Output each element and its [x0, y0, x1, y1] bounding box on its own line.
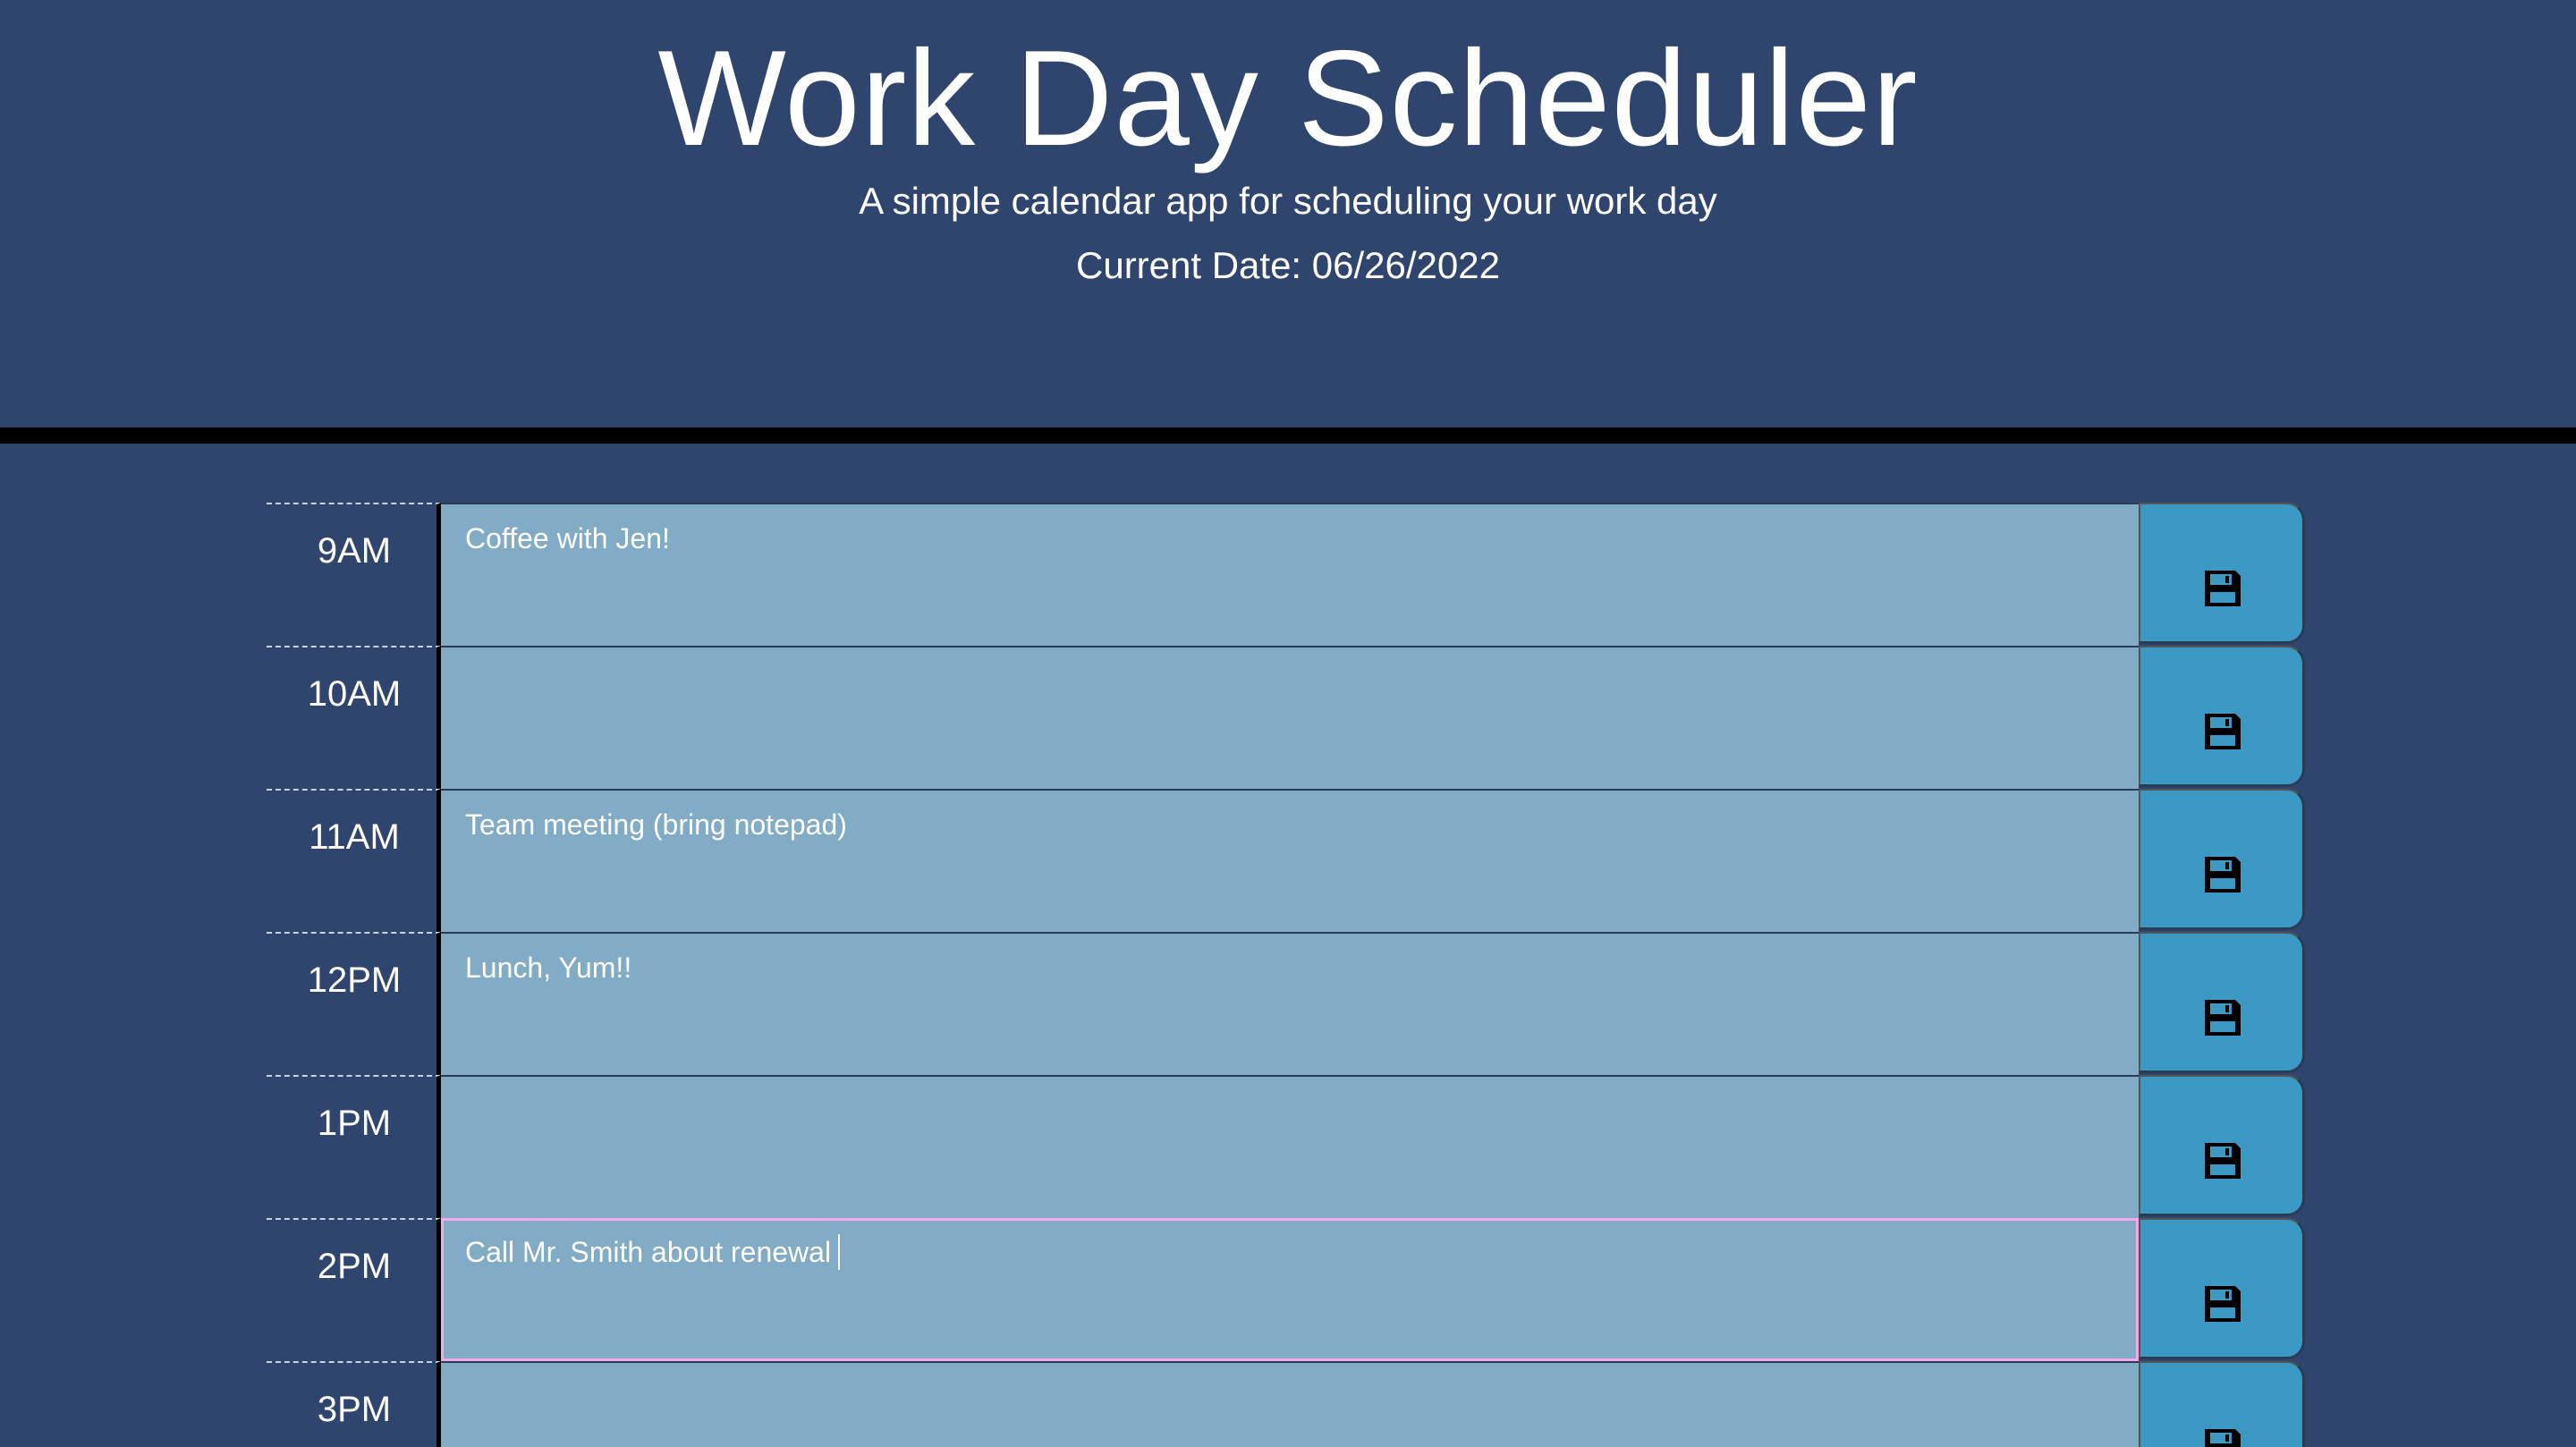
description-textarea[interactable] — [441, 646, 2139, 789]
time-block-11am: 11AM Team meeting (bring notepad) — [267, 789, 2308, 932]
header-divider — [0, 427, 2576, 444]
description-textarea[interactable]: Lunch, Yum!! — [441, 932, 2139, 1075]
time-block-3pm: 3PM — [267, 1361, 2308, 1447]
save-button[interactable] — [2139, 932, 2305, 1073]
floppy-disk-icon — [2205, 1429, 2241, 1447]
text-cursor — [838, 1233, 841, 1270]
hour-label: 12PM — [267, 932, 441, 1075]
time-block-9am: 9AM Coffee with Jen! — [267, 503, 2308, 646]
scheduler-page: Work Day Scheduler A simple calendar app… — [0, 0, 2576, 1447]
save-button[interactable] — [2139, 1361, 2305, 1447]
description-textarea[interactable] — [441, 1075, 2139, 1218]
time-block-12pm: 12PM Lunch, Yum!! — [267, 932, 2308, 1075]
hour-label: 10AM — [267, 646, 441, 789]
description-text: Call Mr. Smith about renewal — [465, 1236, 832, 1268]
save-button[interactable] — [2139, 1075, 2305, 1216]
page-title: Work Day Scheduler — [657, 22, 1919, 174]
time-block-10am: 10AM — [267, 646, 2308, 789]
current-date: Current Date: 06/26/2022 — [1076, 244, 1500, 286]
floppy-disk-icon — [2205, 857, 2241, 893]
floppy-disk-icon — [2205, 1286, 2241, 1322]
hour-label: 9AM — [267, 503, 441, 646]
hour-label: 1PM — [267, 1075, 441, 1218]
jumbotron-header: Work Day Scheduler A simple calendar app… — [0, 0, 2576, 427]
floppy-disk-icon — [2205, 714, 2241, 749]
hour-label: 2PM — [267, 1218, 441, 1361]
page-subtitle: A simple calendar app for scheduling you… — [859, 180, 1717, 222]
time-block-2pm: 2PM Call Mr. Smith about renewal — [267, 1218, 2308, 1361]
time-block-list: 9AM Coffee with Jen! 10AM 11AM Team meet… — [267, 503, 2308, 1447]
description-textarea[interactable] — [441, 1361, 2139, 1447]
save-button[interactable] — [2139, 503, 2305, 644]
floppy-disk-icon — [2205, 1143, 2241, 1179]
description-textarea-focused[interactable]: Call Mr. Smith about renewal — [441, 1218, 2139, 1361]
description-textarea[interactable]: Team meeting (bring notepad) — [441, 789, 2139, 932]
hour-label: 3PM — [267, 1361, 441, 1447]
description-textarea[interactable]: Coffee with Jen! — [441, 503, 2139, 646]
save-button[interactable] — [2139, 1218, 2305, 1359]
floppy-disk-icon — [2205, 571, 2241, 606]
time-block-1pm: 1PM — [267, 1075, 2308, 1218]
save-button[interactable] — [2139, 789, 2305, 930]
floppy-disk-icon — [2205, 1000, 2241, 1036]
save-button[interactable] — [2139, 646, 2305, 787]
hour-label: 11AM — [267, 789, 441, 932]
